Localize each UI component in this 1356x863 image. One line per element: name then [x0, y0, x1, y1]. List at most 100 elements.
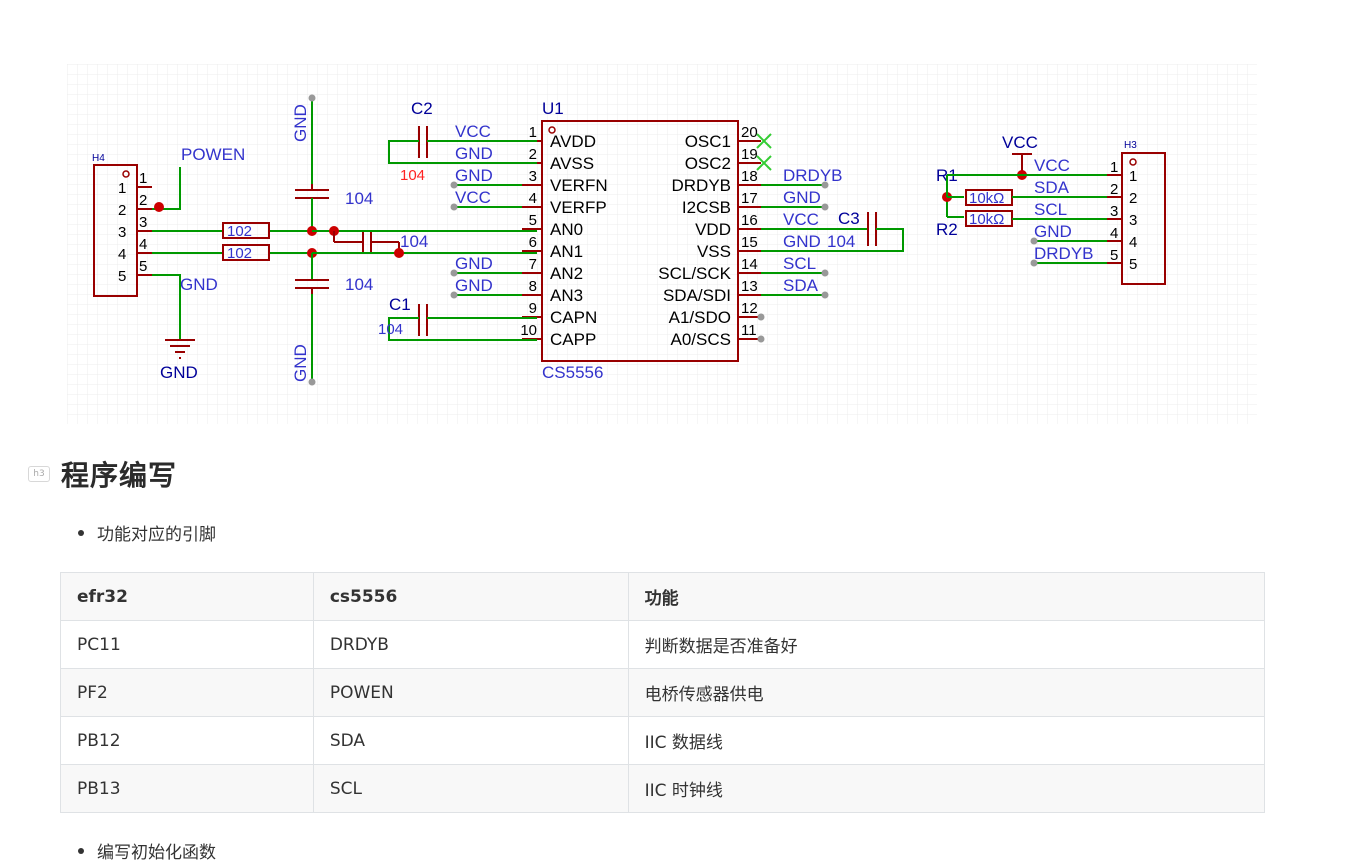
table-cell: 电桥传感器供电 — [627, 668, 1266, 717]
table-row: PB12 SDA IIC 数据线 — [60, 716, 1266, 765]
h4-ref: H4 — [92, 153, 105, 164]
svg-text:C1: C1 — [389, 295, 411, 314]
svg-text:2: 2 — [118, 202, 126, 219]
h3-pin-number-outer: 4 — [1110, 225, 1118, 242]
section-title: 程序编写 — [61, 459, 178, 492]
table-cell: POWEN — [312, 668, 629, 717]
list-item: 功能对应的引脚 — [78, 520, 216, 545]
svg-text:CS5556: CS5556 — [542, 363, 603, 382]
table-cell: IIC 数据线 — [627, 716, 1266, 765]
u1-pin-number: 9 — [529, 300, 537, 317]
u1-pin-name: AN2 — [550, 264, 583, 283]
table-cell: SCL — [312, 764, 629, 813]
svg-text:4: 4 — [139, 236, 147, 253]
u1-pin-number: 17 — [741, 190, 758, 207]
u1-pin-name: AVSS — [550, 154, 594, 173]
svg-text:C2: C2 — [411, 99, 433, 118]
u1-pin-number: 14 — [741, 256, 758, 273]
u1-pin-name: SDA/SDI — [663, 286, 731, 305]
u1-pin-name: SCL/SCK — [658, 264, 731, 283]
table-cell: PC11 — [60, 620, 314, 669]
u1-net-label: SCL — [783, 254, 816, 273]
list-item: 编写初始化函数 — [78, 838, 216, 863]
u1-net-label: VCC — [783, 210, 819, 229]
list-item-text: 功能对应的引脚 — [97, 525, 216, 545]
u1-pin-number: 11 — [741, 322, 757, 339]
u1-net-label: DRDYB — [783, 166, 843, 185]
u1-pin-name: A0/SCS — [671, 330, 731, 349]
net-powen: POWEN — [181, 145, 245, 164]
u1-pin-name: VDD — [695, 220, 731, 239]
u1-pin-number: 6 — [529, 234, 537, 251]
svg-text:C3: C3 — [838, 209, 860, 228]
svg-text:H3: H3 — [1124, 140, 1137, 151]
svg-text:4: 4 — [118, 246, 126, 263]
net-endpoint — [1030, 259, 1038, 267]
h3-pin-number-outer: 1 — [1110, 159, 1118, 176]
header-efr32: efr32 — [60, 572, 314, 621]
u1-net-label: SDA — [783, 276, 819, 295]
h3-net-label: SDA — [1034, 178, 1070, 197]
table-cell: 判断数据是否准备好 — [627, 620, 1266, 669]
table-cell: IIC 时钟线 — [627, 764, 1266, 813]
net-endpoint — [821, 203, 829, 211]
u1-pin-number: 8 — [529, 278, 537, 295]
schematic-diagram: H4 1 2 3 4 5 1 2 3 4 5 POWEN GND GND 102… — [67, 64, 1257, 424]
u1-pin-name: A1/SDO — [669, 308, 731, 327]
table-row: PB13 SCL IIC 时钟线 — [60, 764, 1266, 813]
u1-pin-name: CAPN — [550, 308, 597, 327]
svg-text:2: 2 — [139, 192, 147, 209]
u1-pin-name: VERFP — [550, 198, 607, 217]
u1-pin-number: 16 — [741, 212, 758, 229]
u1-net-label: GND — [783, 188, 821, 207]
bullet-dot — [78, 529, 84, 536]
u1-pin-name: AN1 — [550, 242, 583, 261]
pin-mapping-table: efr32 cs5556 功能 PC11 DRDYB 判断数据是否准备好 PF2… — [60, 572, 1266, 813]
u1-pin-number: 20 — [741, 124, 758, 141]
u1-pin-number: 7 — [529, 256, 537, 273]
u1-net-label: GND — [783, 232, 821, 251]
svg-text:5: 5 — [118, 268, 126, 285]
u1-net-label: GND — [455, 254, 493, 273]
u1-pin-number: 4 — [529, 190, 537, 207]
svg-text:GND: GND — [291, 344, 310, 382]
u1-pin-number: 15 — [741, 234, 758, 251]
svg-text:104: 104 — [345, 189, 373, 208]
u1-pin-number: 2 — [529, 146, 537, 163]
u1-pin-name: VERFN — [550, 176, 608, 195]
h3-pin-number-outer: 2 — [1110, 181, 1118, 198]
u1-pin-number: 1 — [529, 124, 537, 141]
h3-pin-number-outer: 3 — [1110, 203, 1118, 220]
u1-pin-name: OSC2 — [685, 154, 731, 173]
header-cs5556: cs5556 — [312, 572, 629, 621]
svg-text:10kΩ: 10kΩ — [969, 190, 1004, 207]
h3-pin-number: 1 — [1129, 168, 1137, 185]
h3-pin-number: 3 — [1129, 212, 1137, 229]
u1-pin-number: 19 — [741, 146, 758, 163]
net-endpoint — [821, 269, 829, 277]
h3-pin-number-outer: 5 — [1110, 247, 1118, 264]
h3-pin-number: 5 — [1129, 256, 1137, 273]
svg-text:VCC: VCC — [1002, 133, 1038, 152]
svg-text:1: 1 — [139, 170, 147, 187]
header-function: 功能 — [627, 572, 1266, 621]
net-endpoint — [757, 313, 765, 321]
u1-pin-name: CAPP — [550, 330, 596, 349]
svg-text:102: 102 — [227, 245, 252, 262]
svg-text:104: 104 — [400, 167, 425, 184]
svg-text:GND: GND — [291, 104, 310, 142]
list-item-text: 编写初始化函数 — [97, 843, 216, 863]
table-header-row: efr32 cs5556 功能 — [60, 572, 1266, 621]
svg-text:104: 104 — [827, 232, 855, 251]
svg-text:GND: GND — [160, 363, 198, 382]
u1-pin-number: 12 — [741, 300, 758, 317]
h3-pin-number: 4 — [1129, 234, 1137, 251]
u1-pin-number: 18 — [741, 168, 758, 185]
table-cell: SDA — [312, 716, 629, 765]
svg-text:104: 104 — [345, 275, 373, 294]
svg-text:5: 5 — [139, 258, 147, 275]
svg-text:R2: R2 — [936, 220, 958, 239]
u1-pin-number: 3 — [529, 168, 537, 185]
u1-pin-number: 10 — [520, 322, 537, 339]
svg-text:3: 3 — [139, 214, 147, 231]
